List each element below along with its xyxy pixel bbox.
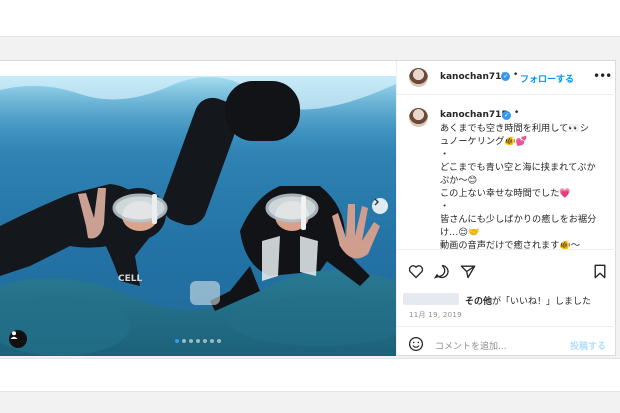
caption-line: ュノーケリング🐠💕: [440, 136, 528, 147]
paper-plane-icon[interactable]: [460, 264, 476, 279]
more-options-button[interactable]: •••: [593, 69, 612, 83]
comment-icon[interactable]: [434, 264, 450, 279]
emoji-icon[interactable]: [408, 336, 424, 352]
caption-avatar[interactable]: [409, 108, 428, 127]
carousel-dot: [189, 339, 193, 343]
comment-input[interactable]: コメントを追加...: [435, 339, 507, 352]
caption-line: この上ない幸せな時間でした💗: [440, 188, 571, 199]
likes-suffix: が「いいね！」しました: [492, 297, 592, 307]
caption-line: ぷか〜😊: [440, 175, 478, 186]
follow-button[interactable]: フォローする: [520, 72, 574, 85]
likes-summary[interactable]: その他が「いいね！」しました: [465, 294, 591, 307]
verified-badge-icon: ✓: [502, 111, 511, 120]
heart-icon[interactable]: [408, 264, 424, 279]
wetsuit-brand-text: CELL: [118, 274, 142, 284]
comment-bar: コメントを追加... 投稿する: [397, 326, 617, 359]
post-caption: kanochan715 ✓ • あくまでも空き時間を利用して👀シ ュノーケリング…: [397, 95, 617, 249]
post-sidebar: kanochan715 ✓ • フォローする ••• kanochan715 ✓…: [396, 61, 617, 357]
tagged-users-button[interactable]: [9, 330, 27, 348]
caption-line: ・: [440, 201, 450, 212]
avatar[interactable]: [409, 68, 428, 87]
caption-username[interactable]: kanochan715: [440, 110, 508, 120]
instagram-post-card: CELL kanochan715 ✓ • フォローする ••• kanochan…: [0, 60, 617, 357]
user-tag-icon: [10, 331, 18, 339]
underwater-scene: CELL: [0, 76, 396, 356]
caption-line: 動画の音声だけで癒されます🐠〜: [440, 240, 581, 249]
carousel-dot: [182, 339, 186, 343]
username-link[interactable]: kanochan715: [440, 72, 508, 82]
post-date[interactable]: 11月 19, 2019: [409, 310, 462, 320]
caption-line: あくまでも空き時間を利用して👀シ: [440, 123, 589, 134]
carousel-dot: [210, 339, 214, 343]
post-header: kanochan715 ✓ • フォローする •••: [397, 61, 617, 95]
bottom-band: [0, 358, 620, 392]
caption-line: どこまでも青い空と海に挟まれてぷか: [440, 162, 596, 173]
post-photo: CELL: [0, 76, 396, 356]
caption-line: ・: [440, 149, 450, 160]
post-comment-button[interactable]: 投稿する: [570, 339, 606, 352]
carousel-dot: [217, 339, 221, 343]
liked-by-preview[interactable]: [403, 293, 459, 305]
verified-badge-icon: ✓: [501, 72, 510, 81]
separator-dot: •: [513, 70, 519, 80]
chevron-right-icon: [374, 198, 379, 206]
likes-others-link[interactable]: その他: [465, 297, 492, 307]
caption-line: 皆さんにも少しばかりの癒しをお裾分: [440, 214, 597, 225]
caption-line: け…😌🤝: [440, 227, 480, 238]
carousel-dot: [203, 339, 207, 343]
caption-text: あくまでも空き時間を利用して👀シ ュノーケリング🐠💕 ・ どこまでも青い空と海に…: [440, 122, 612, 249]
carousel-dot: [196, 339, 200, 343]
carousel-dot: [175, 339, 179, 343]
top-band: [0, 0, 620, 37]
bookmark-icon[interactable]: [593, 264, 607, 279]
carousel-next-button[interactable]: [372, 198, 388, 214]
post-actions: その他が「いいね！」しました 11月 19, 2019 コメントを追加... 投…: [397, 249, 617, 358]
carousel-indicator: [175, 339, 221, 343]
separator-dot: •: [514, 108, 520, 118]
